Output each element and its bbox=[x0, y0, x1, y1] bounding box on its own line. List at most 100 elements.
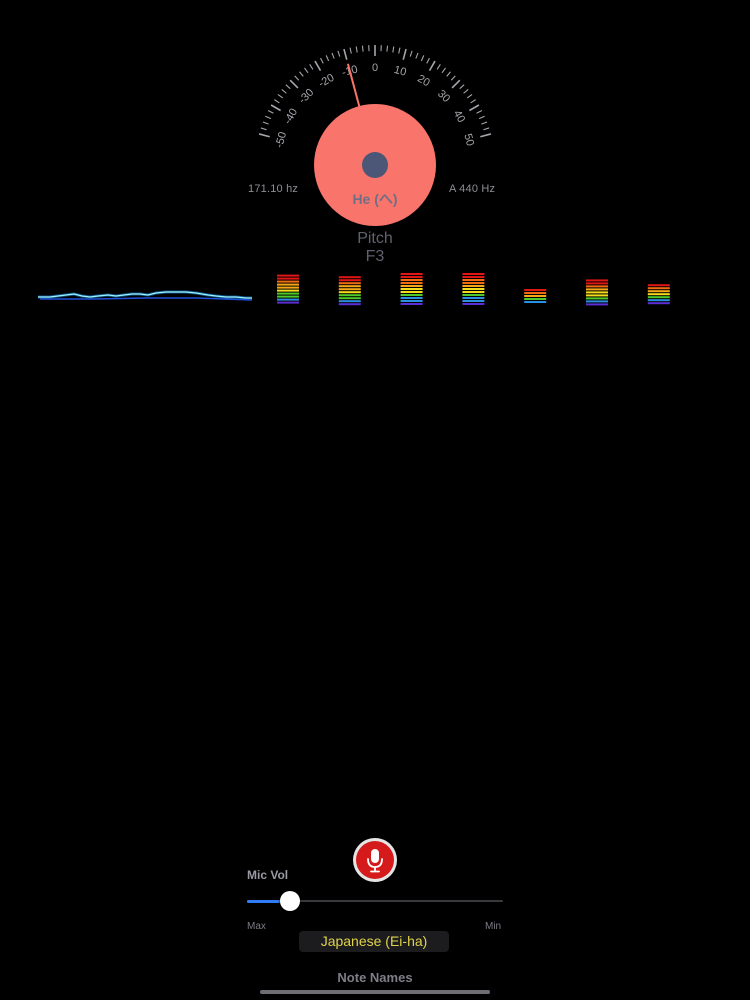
dial-minor-tick bbox=[331, 52, 335, 59]
slider-fill bbox=[247, 900, 281, 903]
dial-minor-tick bbox=[446, 71, 451, 77]
dial-scale-label: 20 bbox=[415, 73, 432, 90]
dial-minor-tick bbox=[398, 47, 401, 54]
dial-minor-tick bbox=[426, 57, 430, 64]
spectrum-bar-segment bbox=[647, 287, 670, 290]
dial-minor-tick bbox=[262, 121, 269, 125]
spectrum-bar-segment bbox=[524, 295, 547, 297]
dial-minor-tick bbox=[392, 46, 395, 53]
spectrum-bar-segment bbox=[338, 279, 361, 282]
spectrum-bar-segment bbox=[400, 291, 423, 293]
needle-hub bbox=[362, 152, 388, 178]
spectrum-bar-segment bbox=[338, 276, 361, 279]
spectrum-bar-segment bbox=[462, 276, 485, 278]
dial-minor-tick bbox=[349, 47, 352, 54]
spectrum-bar-segment bbox=[277, 301, 299, 304]
dial-minor-tick bbox=[436, 64, 441, 70]
dial-major-tick bbox=[402, 48, 407, 60]
dial-scale-label: 40 bbox=[451, 108, 468, 125]
dial-major-tick bbox=[343, 48, 348, 60]
reference-pitch: A 440 Hz bbox=[449, 183, 496, 195]
dial-minor-tick bbox=[304, 67, 309, 74]
dial-scale-label: 30 bbox=[435, 88, 452, 105]
dial-minor-tick bbox=[481, 121, 488, 125]
dial-major-tick bbox=[314, 60, 322, 72]
spectrum-bar-segment bbox=[400, 288, 423, 290]
spectrum-bar-segment bbox=[647, 302, 670, 305]
home-indicator bbox=[260, 990, 490, 994]
dial-minor-tick bbox=[386, 45, 389, 52]
dial-minor-tick bbox=[299, 71, 304, 77]
dial-major-tick bbox=[468, 104, 480, 112]
spectrum-bar-segment bbox=[462, 291, 485, 293]
dial-major-tick bbox=[480, 133, 492, 138]
spectrum-bar-segment bbox=[400, 273, 423, 275]
dial-minor-tick bbox=[260, 127, 267, 131]
dial-minor-tick bbox=[294, 75, 300, 81]
spectrum-bar-segment bbox=[400, 285, 423, 287]
spectrum-bar-segment bbox=[462, 303, 485, 305]
dial-minor-tick bbox=[285, 84, 291, 90]
spectrum-bar-segment bbox=[586, 291, 608, 294]
spectrum-bar-segment bbox=[524, 301, 547, 303]
spectrum-bar-segment bbox=[586, 288, 608, 291]
spectrum-bar-segment bbox=[338, 300, 361, 303]
dial-minor-tick bbox=[274, 99, 280, 104]
spectrum-bar-segment bbox=[277, 289, 299, 292]
dial-minor-tick bbox=[478, 115, 485, 120]
slider-thumb[interactable] bbox=[280, 891, 301, 911]
spectrum-bar-segment bbox=[647, 296, 670, 299]
dial-minor-tick bbox=[277, 94, 284, 99]
slider-max-label: Max bbox=[247, 921, 266, 932]
dial-minor-tick bbox=[409, 50, 413, 57]
spectrum-bar-segment bbox=[462, 273, 485, 275]
spectrum-bar-segment bbox=[277, 280, 299, 283]
spectrum-bar-segment bbox=[277, 298, 299, 301]
dial-minor-tick bbox=[320, 57, 324, 64]
spectrum-bar-segment bbox=[647, 284, 670, 287]
spectrum-bar-segment bbox=[586, 297, 608, 300]
spectrum-bar-segment bbox=[338, 291, 361, 294]
detected-note-name: He (へ) bbox=[352, 191, 398, 207]
dial-minor-tick bbox=[483, 127, 490, 131]
dial-scale-label: -40 bbox=[282, 107, 300, 127]
microphone-icon bbox=[367, 849, 383, 873]
dial-minor-tick bbox=[470, 99, 476, 104]
spectrum-bar-segment bbox=[462, 288, 485, 290]
spectrum-bar bbox=[586, 279, 608, 306]
spectrum-bar-segment bbox=[338, 288, 361, 291]
spectrum-bar-segment bbox=[586, 294, 608, 297]
spectrum-bar-segment bbox=[338, 297, 361, 300]
spectrum-bar-segment bbox=[400, 300, 423, 302]
dial-major-tick bbox=[428, 60, 436, 72]
spectrum-bar-segment bbox=[647, 293, 670, 296]
spectrum-bars bbox=[277, 273, 670, 306]
pitch-value: F3 bbox=[365, 248, 385, 265]
mic-volume-slider[interactable] bbox=[247, 890, 503, 912]
spectrum-bar-segment bbox=[400, 282, 423, 284]
dial-minor-tick bbox=[355, 46, 358, 53]
dial-minor-tick bbox=[267, 110, 274, 114]
microphone-button[interactable] bbox=[353, 838, 397, 882]
spectrum-bar bbox=[524, 289, 547, 303]
spectrum-bar-segment bbox=[277, 283, 299, 286]
spectrum-bar bbox=[462, 273, 485, 305]
tuner-screen: -50-40-30-20-1001020304050 171.10 hz A 4… bbox=[0, 0, 750, 1000]
dial-minor-tick bbox=[281, 89, 287, 94]
dial-minor-tick bbox=[361, 45, 364, 52]
dial-minor-tick bbox=[476, 110, 483, 114]
dial-scale-label: 10 bbox=[393, 64, 408, 79]
spectrum-bar-segment bbox=[338, 294, 361, 297]
spectrum-bar-segment bbox=[647, 290, 670, 293]
spectrum-bar-segment bbox=[400, 279, 423, 281]
dial-scale-label: -50 bbox=[273, 131, 289, 149]
dial-minor-tick bbox=[450, 75, 456, 81]
spectrum-bar-segment bbox=[277, 292, 299, 295]
spectrum-bar bbox=[338, 276, 361, 306]
slider-min-label: Min bbox=[485, 921, 502, 932]
dial-minor-tick bbox=[466, 94, 473, 99]
spectrum-bar-segment bbox=[524, 289, 547, 291]
note-naming-selector[interactable]: Japanese (Ei-ha) bbox=[299, 931, 449, 952]
dial-minor-tick bbox=[459, 84, 465, 90]
dial-minor-tick bbox=[337, 50, 341, 57]
